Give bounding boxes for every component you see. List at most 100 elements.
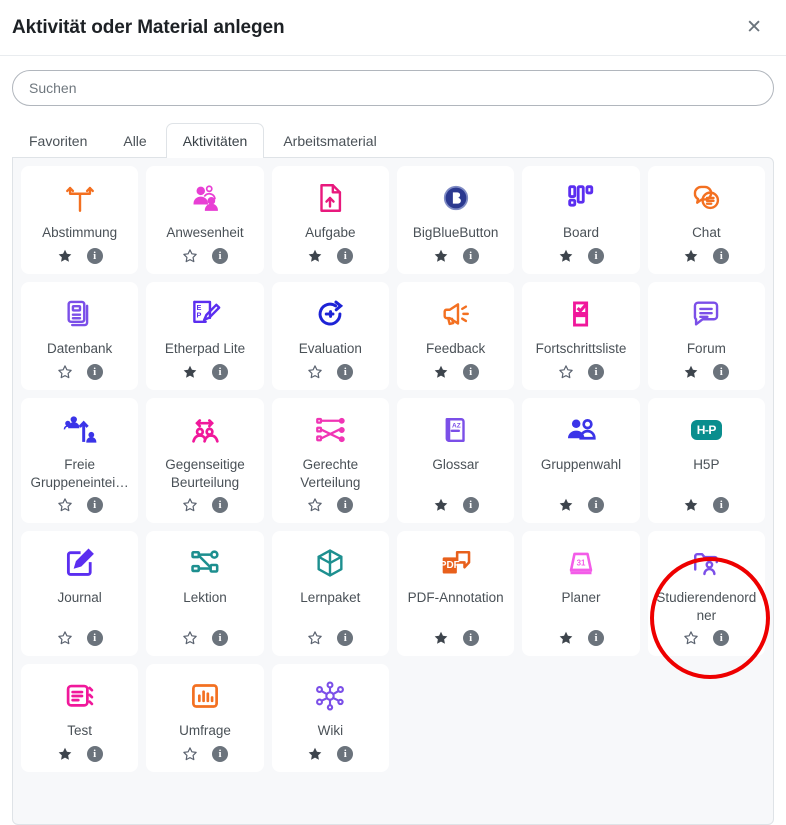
- activity-tile[interactable]: AZ Glossar i: [397, 398, 515, 524]
- info-icon[interactable]: i: [462, 497, 479, 514]
- info-icon[interactable]: i: [86, 497, 103, 514]
- info-icon[interactable]: i: [86, 630, 103, 647]
- activity-tile[interactable]: 31 Planer i: [522, 531, 640, 657]
- activity-tile[interactable]: Gerechte Verteilung i: [271, 398, 389, 524]
- star-outline-icon[interactable]: [57, 497, 73, 513]
- info-icon[interactable]: i: [211, 630, 228, 647]
- info-icon[interactable]: i: [587, 364, 604, 380]
- activity-tile[interactable]: Test i: [21, 664, 139, 773]
- tab-favoriten[interactable]: Favoriten: [12, 123, 104, 158]
- info-icon[interactable]: i: [337, 630, 354, 647]
- info-icon[interactable]: i: [211, 497, 228, 514]
- star-filled-icon[interactable]: [433, 630, 449, 646]
- tile-actions: i: [307, 364, 354, 380]
- tile-actions: i: [433, 248, 479, 264]
- activity-tile[interactable]: BigBlueButton i: [397, 166, 515, 274]
- activity-label: H5P: [693, 457, 720, 472]
- activity-tile[interactable]: Anwesenheit i: [146, 166, 264, 274]
- info-icon[interactable]: i: [462, 630, 479, 647]
- star-filled-icon[interactable]: [558, 248, 574, 264]
- star-outline-icon[interactable]: [558, 364, 574, 380]
- activity-tile[interactable]: PDF PDF-Annotation i: [397, 531, 515, 657]
- activity-label: Umfrage: [179, 723, 231, 739]
- search-input[interactable]: [12, 70, 774, 106]
- info-icon[interactable]: i: [713, 630, 730, 647]
- activity-tile[interactable]: Umfrage i: [146, 664, 264, 773]
- activity-tile[interactable]: Studierendenordner i: [647, 531, 765, 657]
- star-filled-icon[interactable]: [433, 497, 449, 513]
- activity-tile[interactable]: Freie Gruppeneintei… i: [21, 398, 139, 524]
- tab-bar: Favoriten Alle Aktivitäten Arbeitsmaterial: [0, 106, 786, 158]
- activity-tile[interactable]: E P Etherpad Lite i: [146, 282, 264, 390]
- bigbluebutton-icon: [441, 178, 471, 218]
- info-icon[interactable]: i: [337, 364, 354, 380]
- activity-tile[interactable]: Lektion i: [146, 531, 264, 657]
- star-filled-icon[interactable]: [433, 248, 449, 264]
- star-outline-icon[interactable]: [683, 630, 699, 646]
- info-icon[interactable]: i: [86, 364, 103, 380]
- info-icon[interactable]: i: [713, 364, 730, 380]
- info-icon[interactable]: i: [211, 248, 228, 264]
- activity-label: Aufgabe: [305, 225, 356, 240]
- star-filled-icon[interactable]: [57, 248, 73, 264]
- star-filled-icon[interactable]: [683, 364, 699, 380]
- activity-tile[interactable]: Fortschrittsliste i: [522, 282, 640, 390]
- info-icon[interactable]: i: [211, 364, 228, 380]
- info-icon[interactable]: i: [587, 248, 604, 264]
- activity-tile[interactable]: Wiki i: [271, 664, 389, 773]
- star-outline-icon[interactable]: [57, 364, 73, 380]
- star-outline-icon[interactable]: [307, 364, 323, 380]
- info-icon[interactable]: i: [337, 497, 354, 514]
- activity-tile[interactable]: Aufgabe i: [271, 166, 389, 274]
- modal-header: Aktivität oder Material anlegen ✕: [0, 0, 786, 56]
- info-icon[interactable]: i: [587, 497, 604, 514]
- activity-tile[interactable]: Feedback i: [397, 282, 515, 390]
- activity-tile[interactable]: Chat i: [647, 166, 765, 274]
- info-icon[interactable]: i: [86, 746, 103, 763]
- info-icon[interactable]: i: [462, 248, 479, 264]
- info-icon[interactable]: i: [86, 248, 103, 264]
- activity-tile[interactable]: Evaluation i: [271, 282, 389, 390]
- info-icon[interactable]: i: [587, 630, 604, 647]
- star-filled-icon[interactable]: [182, 364, 198, 380]
- tile-actions: i: [57, 497, 103, 514]
- info-icon[interactable]: i: [713, 248, 730, 264]
- star-outline-icon[interactable]: [307, 497, 323, 513]
- star-outline-icon[interactable]: [307, 630, 323, 646]
- star-filled-icon[interactable]: [683, 497, 699, 513]
- info-icon[interactable]: i: [211, 746, 228, 763]
- activity-label: Chat: [692, 225, 721, 240]
- tab-alle[interactable]: Alle: [106, 123, 163, 158]
- tab-aktivit-ten[interactable]: Aktivitäten: [165, 123, 265, 158]
- activity-tile[interactable]: Forum i: [647, 282, 765, 390]
- info-icon[interactable]: i: [337, 248, 354, 264]
- info-icon[interactable]: i: [337, 746, 354, 763]
- star-outline-icon[interactable]: [182, 746, 198, 762]
- star-filled-icon[interactable]: [307, 248, 323, 264]
- close-icon[interactable]: ✕: [740, 14, 768, 41]
- info-icon[interactable]: i: [713, 497, 730, 514]
- activity-tile[interactable]: Gegenseitige Beurteilung i: [146, 398, 264, 524]
- activity-tile[interactable]: Lernpaket i: [271, 531, 389, 657]
- star-filled-icon[interactable]: [57, 746, 73, 762]
- star-filled-icon[interactable]: [307, 746, 323, 762]
- star-outline-icon[interactable]: [182, 630, 198, 646]
- activity-label: Gruppenwahl: [540, 457, 622, 472]
- activity-tile[interactable]: Gruppenwahl i: [522, 398, 640, 524]
- star-filled-icon[interactable]: [558, 497, 574, 513]
- activity-tile[interactable]: Journal i: [21, 531, 139, 657]
- activity-tile[interactable]: H-P H5P i: [647, 398, 765, 524]
- activity-tile[interactable]: Board i: [522, 166, 640, 274]
- tile-actions: i: [433, 364, 479, 380]
- star-outline-icon[interactable]: [182, 497, 198, 513]
- tab-arbeitsmaterial[interactable]: Arbeitsmaterial: [266, 123, 393, 158]
- info-icon[interactable]: i: [462, 364, 479, 380]
- star-outline-icon[interactable]: [182, 248, 198, 264]
- star-filled-icon[interactable]: [683, 248, 699, 264]
- star-filled-icon[interactable]: [433, 364, 449, 380]
- activity-tile[interactable]: Datenbank i: [21, 282, 139, 390]
- tile-actions: i: [182, 630, 228, 647]
- star-outline-icon[interactable]: [57, 630, 73, 646]
- activity-tile[interactable]: Abstimmung i: [21, 166, 139, 274]
- star-filled-icon[interactable]: [558, 630, 574, 646]
